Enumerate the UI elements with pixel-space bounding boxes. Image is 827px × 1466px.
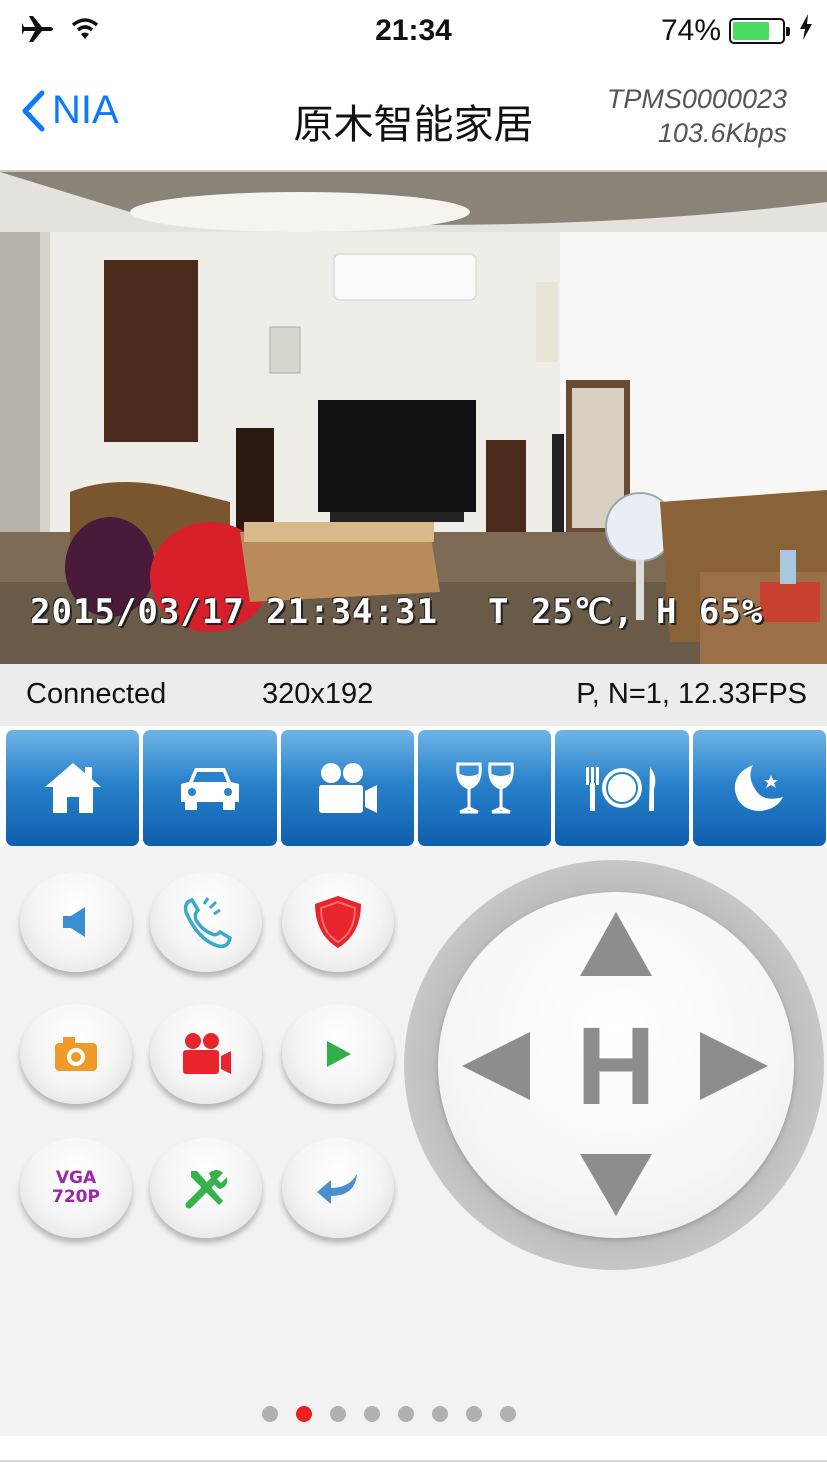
- video-camera-icon: [319, 763, 378, 813]
- settings-button[interactable]: [150, 1138, 262, 1238]
- page-dot[interactable]: [432, 1406, 448, 1422]
- bitrate: 103.6Kbps: [657, 118, 787, 148]
- camera-icon: [55, 1037, 97, 1071]
- vga-label: VGA: [55, 1168, 97, 1188]
- ptz-down-arrow-icon[interactable]: [580, 1154, 652, 1216]
- video-overlay: 2015/03/17 21:34:31 T 25℃, H 65%: [30, 592, 763, 632]
- page-dot[interactable]: [466, 1406, 482, 1422]
- return-arrow-icon: [317, 1174, 357, 1204]
- stream-stats: P, N=1, 12.33FPS: [576, 678, 807, 710]
- play-icon: [327, 1041, 351, 1067]
- speaker-button[interactable]: [20, 872, 132, 972]
- page-dot[interactable]: [262, 1406, 278, 1422]
- return-button[interactable]: [282, 1138, 394, 1238]
- charging-icon: [799, 14, 813, 48]
- scene-night-button[interactable]: [692, 730, 826, 846]
- resolution-button[interactable]: VGA 720P: [20, 1138, 132, 1238]
- page-dot[interactable]: [500, 1406, 516, 1422]
- nav-bar: NIA 原木智能家居 TPMS0000023 103.6Kbps: [0, 64, 827, 172]
- scene-car-button[interactable]: [143, 730, 277, 846]
- camera-video-feed[interactable]: 2015/03/17 21:34:31 T 25℃, H 65%: [0, 172, 827, 664]
- ptz-home-label[interactable]: H: [576, 1005, 655, 1128]
- video-camera-icon: [183, 1033, 231, 1074]
- stream-resolution: 320x192: [262, 678, 374, 710]
- device-info: TPMS0000023 103.6Kbps: [607, 82, 787, 150]
- alarm-button[interactable]: [282, 872, 394, 972]
- talk-button[interactable]: [150, 872, 262, 972]
- connection-status: Connected: [26, 678, 167, 710]
- scene-dining-button[interactable]: [555, 730, 689, 846]
- battery-icon: [729, 18, 790, 44]
- video-timestamp: 2015/03/17 21:34:31: [30, 592, 438, 632]
- device-id: TPMS0000023: [606, 84, 787, 114]
- 720p-label: 720P: [52, 1187, 100, 1207]
- playback-button[interactable]: [282, 1004, 394, 1104]
- tools-icon: [185, 1170, 228, 1209]
- ptz-right-arrow-icon[interactable]: [700, 1032, 768, 1100]
- page-dot[interactable]: [364, 1406, 380, 1422]
- record-button[interactable]: [150, 1004, 262, 1104]
- shield-icon: [315, 896, 361, 948]
- scene-bar: [6, 730, 826, 846]
- page-dot[interactable]: [296, 1406, 312, 1422]
- dining-icon: [585, 767, 656, 811]
- bottom-divider: [0, 1460, 827, 1462]
- ptz-left-arrow-icon[interactable]: [462, 1032, 530, 1100]
- scene-party-button[interactable]: [417, 730, 552, 846]
- scene-home-button[interactable]: [6, 730, 140, 846]
- home-icon: [44, 763, 101, 813]
- stream-info-bar: Connected 320x192 P, N=1, 12.33FPS: [0, 664, 827, 726]
- scene-movie-button[interactable]: [280, 730, 414, 846]
- status-bar: 21:34 74%: [0, 0, 827, 64]
- phone-icon: [183, 897, 232, 949]
- snapshot-button[interactable]: [20, 1004, 132, 1104]
- speaker-icon: [63, 907, 85, 937]
- ptz-up-arrow-icon[interactable]: [580, 912, 652, 976]
- page-indicator[interactable]: [262, 1406, 516, 1422]
- moon-icon: [735, 765, 784, 811]
- wine-glasses-icon: [455, 762, 514, 814]
- battery-percent: 74%: [660, 14, 721, 47]
- video-sensor-readout: T 25℃, H 65%: [487, 592, 764, 632]
- car-icon: [180, 768, 239, 810]
- page-dot[interactable]: [398, 1406, 414, 1422]
- page-dot[interactable]: [330, 1406, 346, 1422]
